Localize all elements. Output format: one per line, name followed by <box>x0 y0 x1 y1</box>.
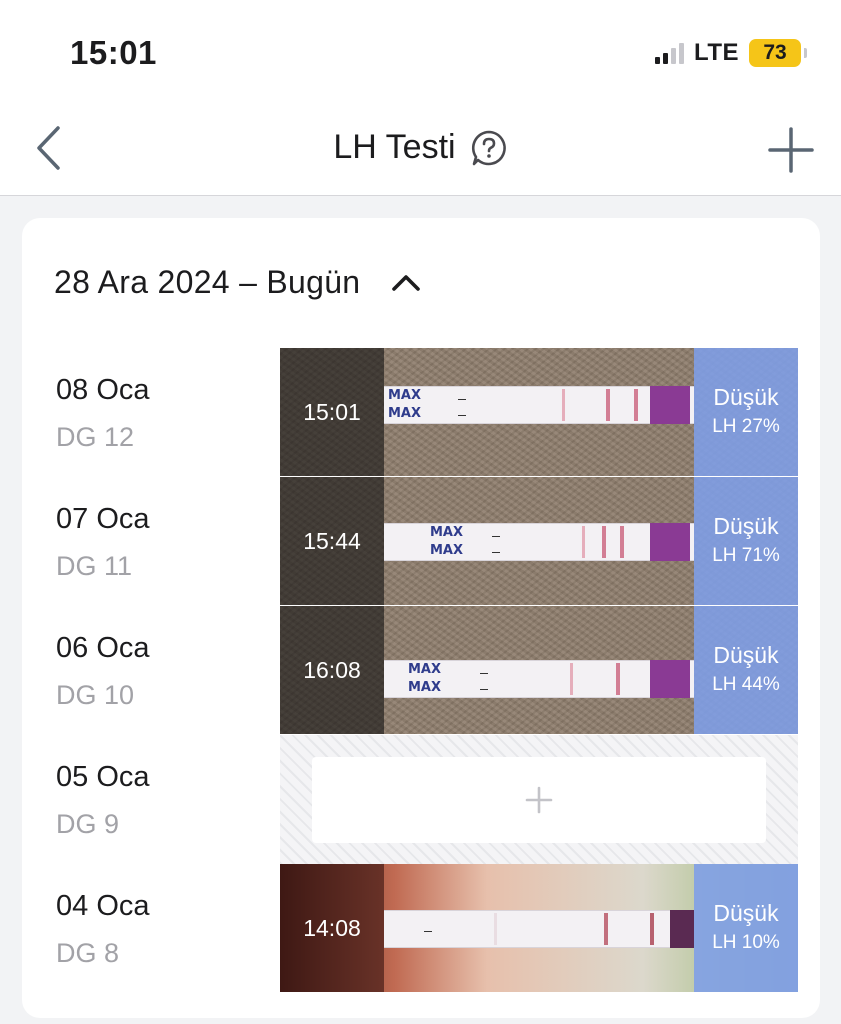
empty-test-slot <box>280 735 798 864</box>
test-strip-image <box>384 910 694 948</box>
test-photo[interactable]: 14:08 Düşük LH 10% <box>280 864 798 993</box>
entry-date: 08 Oca <box>56 374 150 406</box>
list-item: 06 Oca DG 10 MAX MAX 16:08 Düşük LH 44% <box>22 606 820 735</box>
date-range-label: 28 Ara 2024 – Bugün <box>54 264 361 300</box>
lh-test-card: 28 Ara 2024 – Bugün 08 Oca DG 12 MAX MAX <box>22 218 820 1018</box>
title-group: LH Testi <box>0 128 841 167</box>
status-time: 15:01 <box>70 34 157 71</box>
strip-max-label: MAX <box>388 388 422 403</box>
list-item: 07 Oca DG 11 MAX MAX 15:44 Düşük LH 71% <box>22 477 820 606</box>
test-time: 15:44 <box>280 477 384 605</box>
chevron-up-icon <box>392 274 421 291</box>
plus-icon <box>525 786 553 814</box>
result-label: Düşük <box>713 513 779 539</box>
test-strip-image: MAX MAX <box>384 660 694 698</box>
list-item: 05 Oca DG 9 <box>22 735 820 864</box>
strip-max-label: MAX <box>408 680 442 695</box>
list-item: 04 Oca DG 8 14:08 Düşük LH 10% <box>22 864 820 993</box>
test-time: 16:08 <box>280 606 384 734</box>
page-title: LH Testi <box>333 128 456 166</box>
status-bar: 15:01 LTE 73 <box>0 0 841 100</box>
entry-date: 04 Oca <box>56 890 150 922</box>
cycle-day: DG 9 <box>56 809 120 839</box>
date-range-toggle[interactable]: 28 Ara 2024 – Bugün <box>54 264 422 301</box>
status-indicators: LTE 73 <box>654 38 807 68</box>
result-label: Düşük <box>713 384 779 410</box>
result-label: Düşük <box>713 642 779 668</box>
strip-handle <box>650 523 690 561</box>
result-label: Düşük <box>713 900 779 926</box>
result-badge: Düşük LH 71% <box>694 477 798 605</box>
strip-max-label: MAX <box>430 525 464 540</box>
navigation-bar: LH Testi <box>0 100 841 196</box>
test-photo[interactable]: MAX MAX 16:08 Düşük LH 44% <box>280 606 798 735</box>
strip-max-label: MAX <box>388 406 422 421</box>
strip-max-label: MAX <box>408 662 442 677</box>
cycle-day: DG 11 <box>56 551 133 581</box>
lh-percentage: LH 44% <box>712 674 780 695</box>
test-time: 14:08 <box>280 864 384 992</box>
lh-percentage: LH 71% <box>712 545 780 566</box>
cycle-day: DG 12 <box>56 422 135 452</box>
lh-percentage: LH 27% <box>712 416 780 437</box>
entry-date: 05 Oca <box>56 761 150 793</box>
test-time: 15:01 <box>280 348 384 476</box>
battery-level: 73 <box>763 41 787 64</box>
entry-date: 06 Oca <box>56 632 150 664</box>
entry-date: 07 Oca <box>56 503 150 535</box>
test-strip-image: MAX MAX <box>384 386 694 424</box>
test-photo[interactable]: MAX MAX 15:01 Düşük LH 27% <box>280 348 798 477</box>
add-button[interactable] <box>767 126 815 174</box>
list-item: 08 Oca DG 12 MAX MAX 15:01 Düşük LH 27% <box>22 348 820 477</box>
cycle-day: DG 8 <box>56 938 120 968</box>
strip-handle <box>650 386 690 424</box>
cycle-day: DG 10 <box>56 680 135 710</box>
battery-icon: 73 <box>749 39 807 67</box>
signal-icon <box>654 42 684 64</box>
strip-handle <box>670 910 694 948</box>
test-list: 08 Oca DG 12 MAX MAX 15:01 Düşük LH 27% <box>22 348 820 993</box>
result-badge: Düşük LH 44% <box>694 606 798 734</box>
strip-handle <box>650 660 690 698</box>
strip-max-label: MAX <box>430 543 464 558</box>
network-type: LTE <box>693 39 739 66</box>
result-badge: Düşük LH 27% <box>694 348 798 476</box>
test-photo[interactable]: MAX MAX 15:44 Düşük LH 71% <box>280 477 798 606</box>
test-strip-image: MAX MAX <box>384 523 694 561</box>
result-badge: Düşük LH 10% <box>694 864 798 992</box>
add-test-button[interactable] <box>312 757 766 843</box>
question-bubble-icon[interactable] <box>470 129 508 167</box>
lh-percentage: LH 10% <box>712 932 780 953</box>
